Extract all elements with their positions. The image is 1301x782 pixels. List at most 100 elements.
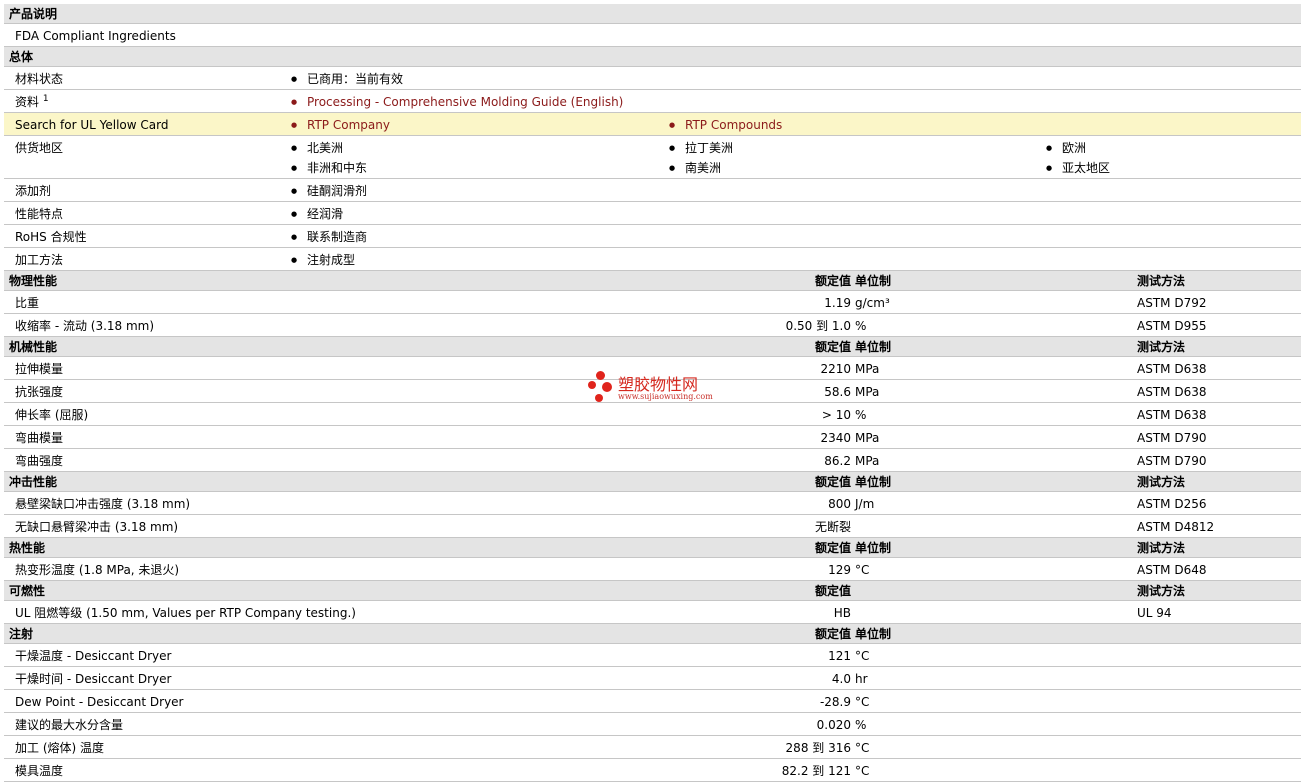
rtp-compounds-link[interactable]: RTP Compounds (669, 117, 782, 133)
property-label: 伸长率 (屈服) (15, 408, 89, 422)
property-row: Dew Point - Desiccant Dryer -28.9 °C (4, 690, 1301, 713)
property-row: 悬壁梁缺口冲击强度 (3.18 mm) 800 J/m ASTM D256 (4, 492, 1301, 515)
header-test-method: 测试方法 (1137, 541, 1186, 555)
property-unit: g/cm³ (855, 296, 890, 310)
property-unit: MPa (855, 454, 880, 468)
property-unit: °C (855, 695, 870, 709)
region-item: 南美洲 (669, 160, 721, 176)
product-description-text: FDA Compliant Ingredients (15, 29, 176, 43)
property-value: 82.2 到 121 (781, 764, 851, 778)
property-value: 58.6 (824, 385, 851, 399)
property-value: 1.19 (824, 296, 851, 310)
property-value: 无断裂 (814, 520, 851, 534)
property-unit: MPa (855, 362, 880, 376)
property-label: Dew Point - Desiccant Dryer (15, 695, 184, 709)
section-header: 物理性能 额定值 单位制 测试方法 (4, 271, 1301, 291)
header-unit-system: 单位制 (855, 340, 892, 354)
region-item: 亚太地区 (1046, 160, 1110, 176)
property-value: -28.9 (819, 695, 851, 709)
property-value: 0.020 (816, 718, 851, 732)
property-value: 129 (828, 563, 851, 577)
header-unit-system: 单位制 (855, 274, 892, 288)
section-title: 冲击性能 (9, 475, 58, 489)
row-label: 供货地区 (15, 141, 64, 155)
header-test-method: 测试方法 (1137, 274, 1186, 288)
header-rated-value: 额定值 (814, 475, 851, 489)
row-label-text: 资料 (15, 95, 40, 109)
region-item: 拉丁美洲 (669, 140, 733, 156)
section-title: 物理性能 (9, 274, 58, 288)
row-label: 加工方法 (15, 253, 64, 267)
property-row: 伸长率 (屈服) > 10% ASTM D638 (4, 403, 1301, 426)
bullet-item: 注射成型 (291, 252, 355, 268)
property-value: 86.2 (824, 454, 851, 468)
property-unit: J/m (855, 497, 875, 511)
section-title: 机械性能 (9, 340, 58, 354)
row-label: 材料状态 (15, 72, 64, 86)
property-label: 干燥温度 - Desiccant Dryer (15, 649, 172, 663)
property-label: 抗张强度 (15, 385, 64, 399)
bullet-item: 联系制造商 (291, 229, 367, 245)
property-unit: °C (855, 764, 870, 778)
section-title: 产品说明 (9, 7, 58, 21)
test-method: ASTM D638 (1137, 362, 1207, 376)
footnote-mark: 1 (42, 94, 49, 104)
property-label: 弯曲模量 (15, 431, 64, 445)
section-header: 冲击性能 额定值 单位制 测试方法 (4, 472, 1301, 492)
bullet-item: 硅酮润滑剂 (291, 183, 367, 199)
section-header-product-description: 产品说明 (4, 4, 1301, 24)
general-row-ul-yellow-card: Search for UL Yellow Card RTP Company RT… (4, 113, 1301, 136)
property-unit: MPa (855, 431, 880, 445)
header-unit-system: 单位制 (855, 627, 892, 641)
logo-dot (596, 371, 605, 380)
property-row: 干燥温度 - Desiccant Dryer 121 °C (4, 644, 1301, 667)
section-header: 可燃性 额定值 测试方法 (4, 581, 1301, 601)
general-row-documents: 资料 1 Processing - Comprehensive Molding … (4, 90, 1301, 113)
section-title: 注射 (9, 627, 34, 641)
property-row: 弯曲模量 2340 MPa ASTM D790 (4, 426, 1301, 449)
row-label: 性能特点 (15, 207, 64, 221)
section-title: 可燃性 (9, 584, 46, 598)
general-row-processing-method: 加工方法 注射成型 (4, 248, 1301, 271)
bullet-item: 已商用：当前有效 (291, 71, 403, 87)
bullet-item: 经润滑 (291, 206, 343, 222)
header-rated-value: 额定值 (814, 541, 851, 555)
header-rated-value: 额定值 (814, 584, 851, 598)
property-value: 2210 (820, 362, 851, 376)
test-method: ASTM D790 (1137, 431, 1207, 445)
property-row: 建议的最大水分含量 0.020% (4, 713, 1301, 736)
general-row-material-status: 材料状态 已商用：当前有效 (4, 67, 1301, 90)
property-unit: hr (855, 672, 868, 686)
processing-guide-link[interactable]: Processing - Comprehensive Molding Guide… (291, 94, 623, 110)
header-test-method: 测试方法 (1137, 584, 1186, 598)
property-value: HB (833, 606, 851, 620)
region-item: 北美洲 (291, 140, 343, 156)
property-label: 热变形温度 (1.8 MPa, 未退火) (15, 563, 180, 577)
property-sections: 物理性能 额定值 单位制 测试方法 比重 1.19 g/cm³ ASTM D792 收缩率 - … (4, 271, 1301, 782)
property-label: 收缩率 - 流动 (3.18 mm) (15, 319, 155, 333)
watermark-logo: 塑胶物性网 www.sujiaowuxing.com (588, 370, 718, 406)
property-label: 干燥时间 - Desiccant Dryer (15, 672, 172, 686)
test-method: ASTM D638 (1137, 385, 1207, 399)
logo-dot (595, 394, 603, 402)
property-row: 无缺口悬臂梁冲击 (3.18 mm) 无断裂 ASTM D4812 (4, 515, 1301, 538)
property-row: 模具温度 82.2 到 121 °C (4, 759, 1301, 782)
property-value: 121 (828, 649, 851, 663)
property-value: 4.0 (831, 672, 851, 686)
test-method: ASTM D955 (1137, 319, 1207, 333)
general-row-additives: 添加剂 硅酮润滑剂 (4, 179, 1301, 202)
property-label: 建议的最大水分含量 (15, 718, 124, 732)
section-header: 热性能 额定值 单位制 测试方法 (4, 538, 1301, 558)
property-row: 热变形温度 (1.8 MPa, 未退火) 129 °C ASTM D648 (4, 558, 1301, 581)
property-label: 无缺口悬臂梁冲击 (3.18 mm) (15, 520, 179, 534)
test-method: ASTM D790 (1137, 454, 1207, 468)
header-unit-system: 单位制 (855, 475, 892, 489)
test-method: ASTM D638 (1137, 408, 1207, 422)
logo-dot (602, 382, 612, 392)
property-unit: % (855, 718, 867, 732)
rtp-company-link[interactable]: RTP Company (291, 117, 390, 133)
property-value: 2340 (820, 431, 851, 445)
test-method: UL 94 (1137, 606, 1172, 620)
section-header-general: 总体 (4, 47, 1301, 67)
property-row: 收缩率 - 流动 (3.18 mm) 0.50 到 1.0% ASTM D955 (4, 314, 1301, 337)
